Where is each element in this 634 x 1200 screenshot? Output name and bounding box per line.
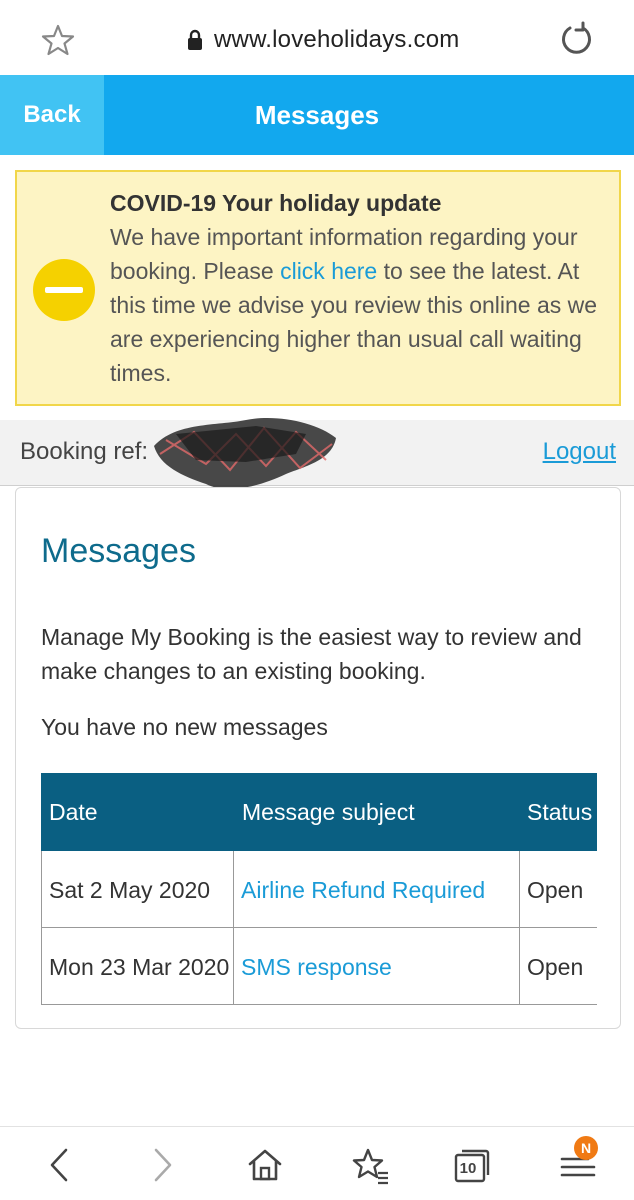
tabs-count: 10 bbox=[459, 1159, 477, 1177]
table-row[interactable]: Sat 2 May 2020 Airline Refund Required O… bbox=[41, 851, 597, 928]
covid-alert-banner: COVID-19 Your holiday update We have imp… bbox=[15, 170, 621, 406]
url-text: www.loveholidays.com bbox=[214, 26, 460, 53]
row-subject-link[interactable]: SMS response bbox=[234, 928, 520, 1005]
page-title: Messages bbox=[254, 99, 380, 130]
messages-heading: Messages bbox=[41, 532, 196, 570]
alert-title: COVID-19 Your holiday update bbox=[110, 190, 442, 216]
browser-url-bar: www.loveholidays.com bbox=[0, 0, 634, 75]
alert-body: COVID-19 Your holiday update We have imp… bbox=[110, 186, 610, 390]
back-arrow-icon[interactable] bbox=[40, 1145, 80, 1185]
address-field[interactable]: www.loveholidays.com bbox=[186, 22, 459, 58]
home-icon[interactable] bbox=[245, 1145, 285, 1185]
app-header: Back Messages bbox=[0, 75, 634, 155]
table-header: Date Message subject Status bbox=[41, 773, 597, 851]
header-date: Date bbox=[49, 798, 98, 825]
bookmark-star-icon[interactable] bbox=[40, 22, 76, 58]
row-status: Open bbox=[527, 953, 584, 980]
lock-icon bbox=[188, 29, 202, 50]
messages-table: Date Message subject Status Sat 2 May 20… bbox=[41, 773, 597, 1005]
row-date: Sat 2 May 2020 bbox=[41, 851, 234, 928]
table-row[interactable]: Mon 23 Mar 2020 SMS response Open bbox=[41, 928, 597, 1005]
click-here-link[interactable]: click here bbox=[280, 258, 377, 284]
forward-arrow-icon[interactable] bbox=[142, 1145, 182, 1185]
browser-bottom-nav: 10 bbox=[0, 1126, 634, 1200]
header-status: Status bbox=[527, 798, 593, 825]
back-button[interactable]: Back bbox=[0, 75, 104, 155]
row-subject-link[interactable]: Airline Refund Required bbox=[234, 851, 520, 928]
booking-ref-label: Booking ref: bbox=[20, 438, 149, 465]
logout-link[interactable]: Logout bbox=[543, 438, 616, 466]
notification-badge: N bbox=[574, 1136, 598, 1160]
card-description: Manage My Booking is the easiest way to … bbox=[41, 624, 582, 684]
no-messages-text: You have no new messages bbox=[41, 714, 328, 740]
header-subject: Message subject bbox=[242, 798, 415, 825]
redaction-scribble bbox=[154, 418, 336, 489]
row-status: Open bbox=[527, 876, 584, 903]
minus-circle-icon bbox=[33, 259, 95, 321]
bookmarks-star-icon[interactable] bbox=[350, 1145, 390, 1185]
row-date: Mon 23 Mar 2020 bbox=[41, 928, 234, 1005]
reload-icon[interactable] bbox=[556, 20, 596, 60]
messages-card: Messages Manage My Booking is the easies… bbox=[15, 487, 621, 1029]
